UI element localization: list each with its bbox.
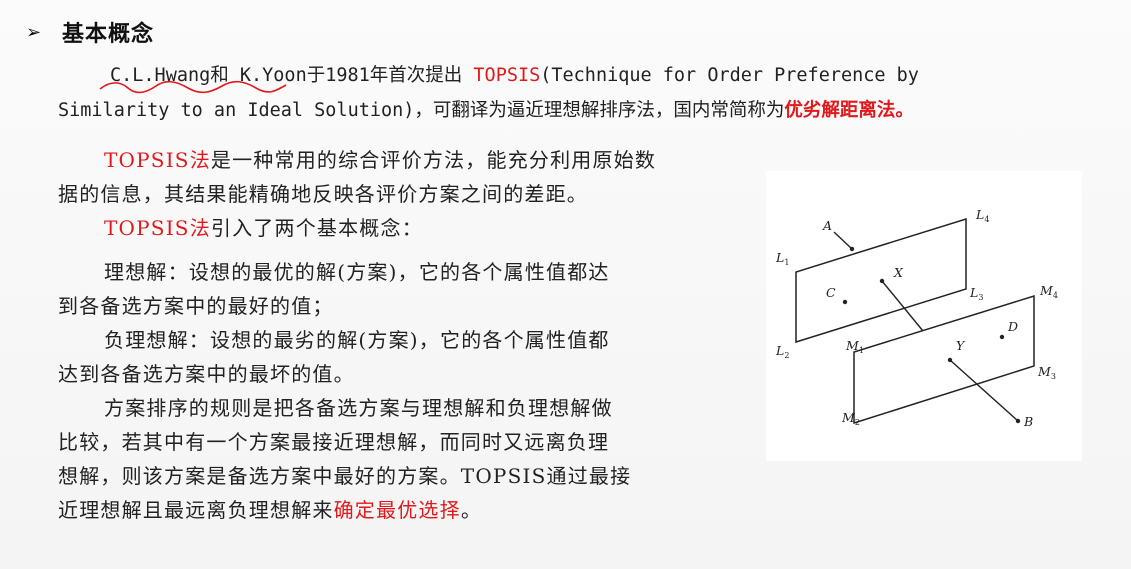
year-text: 于1981年首次提出 [306,65,474,86]
alias-text: 优劣解距离法。 [784,100,914,121]
para-2-text: 引入了两个基本概念： [210,216,423,240]
label-l4: L4 [975,207,989,224]
line-a-x [833,231,853,250]
para-5-end: 。 [460,498,483,522]
para-5-line-2: 比较，若其中有一个方案最接近理想解，而同时又远离负理 [58,430,610,454]
method-name: TOPSIS [473,65,541,86]
para-5-text: 近理想解且最远离负理想解来 [58,498,334,522]
intro-paragraph: C.L.Hwang和 K.Yoon于1981年首次提出 TOPSIS(Techn… [58,58,1128,128]
para-5-line-4: 近理想解且最远离负理想解来确定最优选择。 [58,493,728,527]
para-2: TOPSIS法引入了两个基本概念： [58,211,728,245]
label-b: B [1023,414,1033,429]
para-3-line-2: 到各备选方案中的最好的值； [58,294,334,318]
para-5-line-1: 方案排序的规则是把各备选方案与理想解和负理想解做 [104,396,613,420]
label-c: C [826,285,836,300]
para-5-line-3: 想解，则该方案是备选方案中最好的方案。TOPSIS通过最接 [58,464,632,488]
arrow-bullet-icon: ➢ [26,21,42,43]
slide-heading: 基本概念 [62,22,155,47]
ideal-solution-planes-figure: A X C L1 L2 L3 L4 M1 M2 M3 M4 D Y B [766,171,1082,461]
para-4-line-2: 达到各备选方案中的最坏的值。 [58,362,355,386]
label-l3: L3 [969,285,983,302]
point-c-dot [842,299,848,305]
para-1-text: 是一种常用的综合评价方法，能充分利用原始数 [210,148,657,172]
optimal-choice-emph: 确定最优选择 [333,498,461,522]
negative-ideal-def: 设想的最劣的解(方案)，它的各个属性值都 [210,328,610,352]
ideal-solution-term: 理想解： [104,260,189,284]
label-l2: L2 [775,343,789,360]
label-m3: M3 [1037,364,1056,381]
intro-line-2: Similarity to an Ideal Solution)，可翻译为逼近理… [58,93,1128,128]
label-x: X [893,265,904,280]
label-m4: M4 [1039,283,1058,300]
slide-title-row: ➢ 基本概念 [26,14,154,50]
point-d-dot [999,334,1005,340]
intro-line-1: C.L.Hwang和 K.Yoon于1981年首次提出 TOPSIS(Techn… [58,58,1128,94]
topsis-term-2: TOPSIS法 [104,216,211,240]
red-squiggle-annotation [99,80,287,94]
point-b-dot [1015,418,1021,424]
para-4-line-1: 负理想解：设想的最劣的解(方案)，它的各个属性值都 [58,323,728,357]
full-name-part-b: Similarity to an Ideal Solution)，可翻译为逼近理… [58,100,785,121]
label-a: A [822,218,832,233]
para-1-line-2: 据的信息，其结果能精确地反映各评价方案之间的差距。 [58,182,588,206]
topsis-term-1: TOPSIS法 [104,148,211,172]
line-x [881,280,924,332]
ideal-solution-def: 设想的最优的解(方案)，它的各个属性值都达 [188,260,610,284]
negative-ideal-term: 负理想解： [104,328,210,352]
label-m1: M1 [845,338,864,355]
point-y-dot [947,357,953,363]
point-x-dot [879,278,885,284]
para-3-line-1: 理想解：设想的最优的解(方案)，它的各个属性值都达 [58,255,728,289]
label-l1: L1 [775,250,789,267]
label-d: D [1007,319,1018,334]
topsis-description: TOPSIS法是一种常用的综合评价方法，能充分利用原始数 据的信息，其结果能精确… [58,143,728,527]
point-a-dot [849,246,855,252]
planes-diagram: A X C L1 L2 L3 L4 M1 M2 M3 M4 D Y B [775,207,1058,429]
full-name-part-a: (Technique for Order Preference by [540,65,919,86]
para-1-line-1: TOPSIS法是一种常用的综合评价方法，能充分利用原始数 [58,143,728,177]
